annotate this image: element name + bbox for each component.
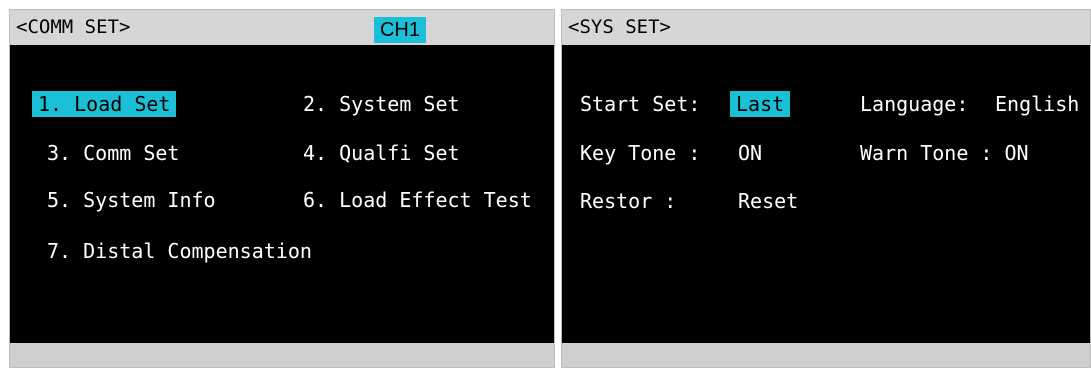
start-set-value[interactable]: Last xyxy=(730,91,791,117)
header-bar: <COMM SET> CH1 xyxy=(10,10,554,45)
channel-badge: CH1 xyxy=(374,17,426,43)
start-set-label: Start Set: xyxy=(580,92,701,116)
key-tone-value[interactable]: ON xyxy=(738,140,762,166)
key-tone-label: Key Tone : xyxy=(580,141,701,165)
language-value[interactable]: English xyxy=(995,91,1079,117)
page-title: <SYS SET> xyxy=(568,16,671,38)
warn-tone-setting[interactable]: Warn Tone : ON xyxy=(860,140,1029,166)
restor-label: Restor : xyxy=(580,189,677,213)
menu-item-system-set[interactable]: 2. System Set xyxy=(303,91,460,117)
menu-item-load-effect-test[interactable]: 6. Load Effect Test xyxy=(303,187,532,213)
menu-item-distal-compensation[interactable]: 7. Distal Compensation xyxy=(47,238,312,264)
header-bar: <SYS SET> xyxy=(562,10,1090,45)
page-title: <COMM SET> xyxy=(16,16,131,38)
footer-bar xyxy=(10,343,554,367)
comm-set-screen: <COMM SET> CH1 1. Load Set 2. System Set… xyxy=(9,9,555,368)
menu-item-load-set[interactable]: 1. Load Set xyxy=(32,91,177,117)
menu-item-qualfi-set[interactable]: 4. Qualfi Set xyxy=(303,140,460,166)
language-label: Language: xyxy=(860,92,969,116)
menu-item-system-info[interactable]: 5. System Info xyxy=(47,187,216,213)
menu-item-comm-set[interactable]: 3. Comm Set xyxy=(47,140,179,166)
sys-set-screen: <SYS SET> Start Set: Last Language: Engl… xyxy=(561,9,1091,368)
footer-bar xyxy=(562,343,1090,367)
restor-value[interactable]: Reset xyxy=(738,188,798,214)
